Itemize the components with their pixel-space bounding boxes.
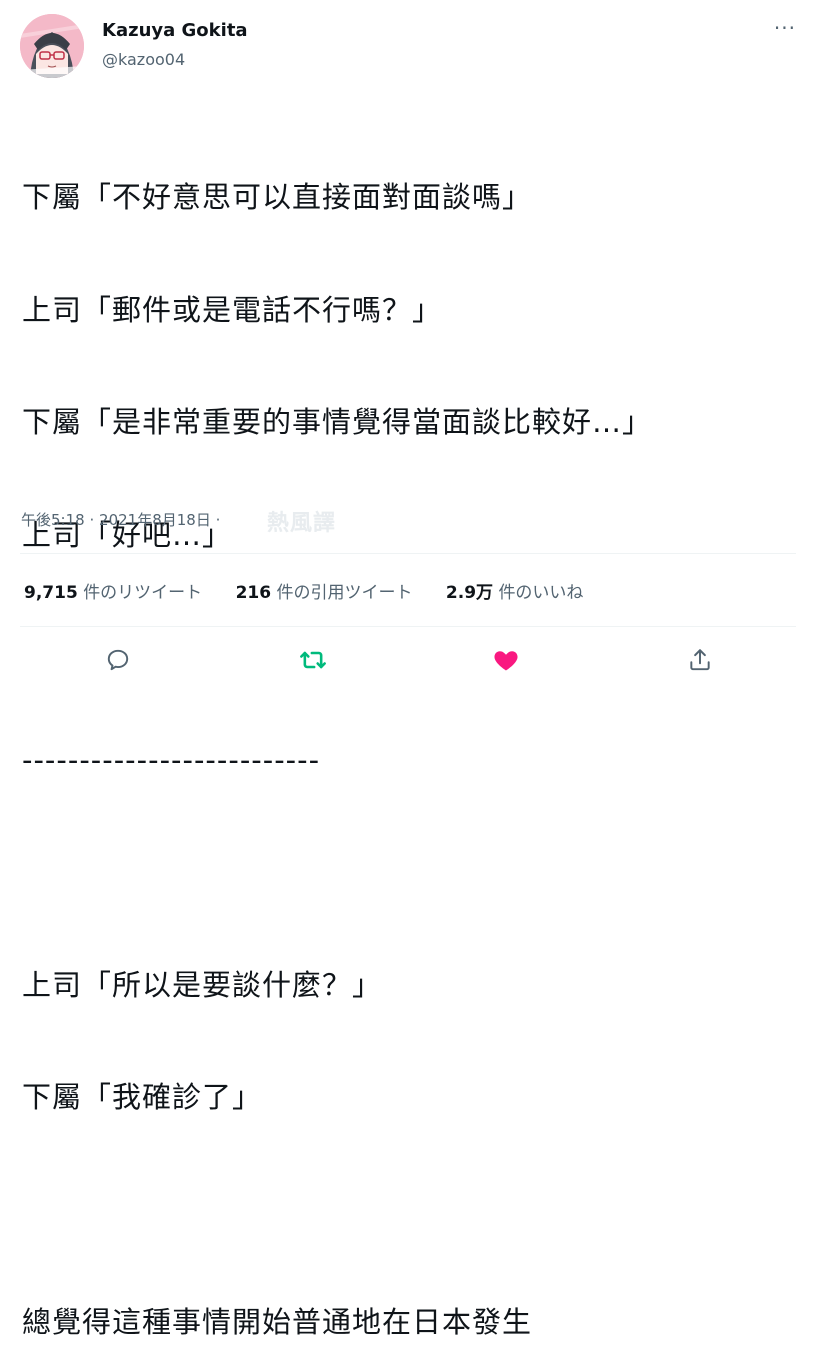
tweet-line: 上司「郵件或是電話不行嗎？」 xyxy=(22,292,443,327)
tweet-text: 下屬「不好意思可以直接面對面談嗎」 上司「郵件或是電話不行嗎？」 下屬「是非常重… xyxy=(22,104,792,1364)
avatar-image xyxy=(20,14,84,78)
tweet-actions xyxy=(0,640,816,680)
avatar[interactable] xyxy=(20,14,84,78)
retweet-icon xyxy=(300,651,326,669)
retweets-count: 9,715 xyxy=(24,583,78,603)
likes-label: 件のいいね xyxy=(498,583,584,603)
divider xyxy=(20,626,796,627)
quotes-stat[interactable]: 216 件の引用ツイート xyxy=(236,578,413,603)
author-handle[interactable]: @kazoo04 xyxy=(102,50,185,69)
meta-separator: · xyxy=(215,511,221,529)
tweet-line: 下屬「不好意思可以直接面對面談嗎」 xyxy=(22,180,533,214)
tweet-line xyxy=(22,854,792,892)
tweet-line: -------------------------- xyxy=(22,742,321,777)
likes-stat[interactable]: 2.9万 件のいいね xyxy=(446,578,584,603)
tweet-line: 下屬「是非常重要的事情覺得當面談比較好…」 xyxy=(22,405,653,439)
retweets-stat[interactable]: 9,715 件のリツイート xyxy=(24,578,202,603)
tweet-line: 總覺得這種事情開始普通地在日本發生 xyxy=(22,1305,533,1339)
quotes-label: 件の引用ツイート xyxy=(276,583,413,603)
author-name[interactable]: Kazuya Gokita xyxy=(102,20,248,41)
reply-icon xyxy=(107,649,129,671)
like-button[interactable] xyxy=(486,640,526,680)
meta-separator: · xyxy=(89,511,95,529)
divider xyxy=(20,553,796,554)
tweet-line xyxy=(22,1192,792,1230)
tweet-time[interactable]: 午後5:18 xyxy=(21,511,85,529)
share-button[interactable] xyxy=(680,640,720,680)
reply-button[interactable] xyxy=(98,640,138,680)
quotes-count: 216 xyxy=(235,583,272,603)
likes-count: 2.9万 xyxy=(445,583,494,603)
tweet-stats: 9,715 件のリツイート 216 件の引用ツイート 2.9万 件のいいね xyxy=(24,578,611,603)
tweet-timestamp[interactable]: 午後5:18 · 2021年8月18日 · xyxy=(21,509,220,530)
tweet-line: 上司「所以是要談什麼？」 xyxy=(22,967,383,1002)
more-options-icon[interactable]: ··· xyxy=(774,16,796,40)
retweets-label: 件のリツイート xyxy=(83,583,203,603)
share-icon xyxy=(690,649,710,671)
heart-icon xyxy=(494,651,518,671)
tweet-date[interactable]: 2021年8月18日 xyxy=(99,511,211,529)
retweet-button[interactable] xyxy=(293,640,333,680)
watermark: 熱風譯 xyxy=(267,511,337,536)
tweet-line: 下屬「我確診了」 xyxy=(22,1080,263,1114)
